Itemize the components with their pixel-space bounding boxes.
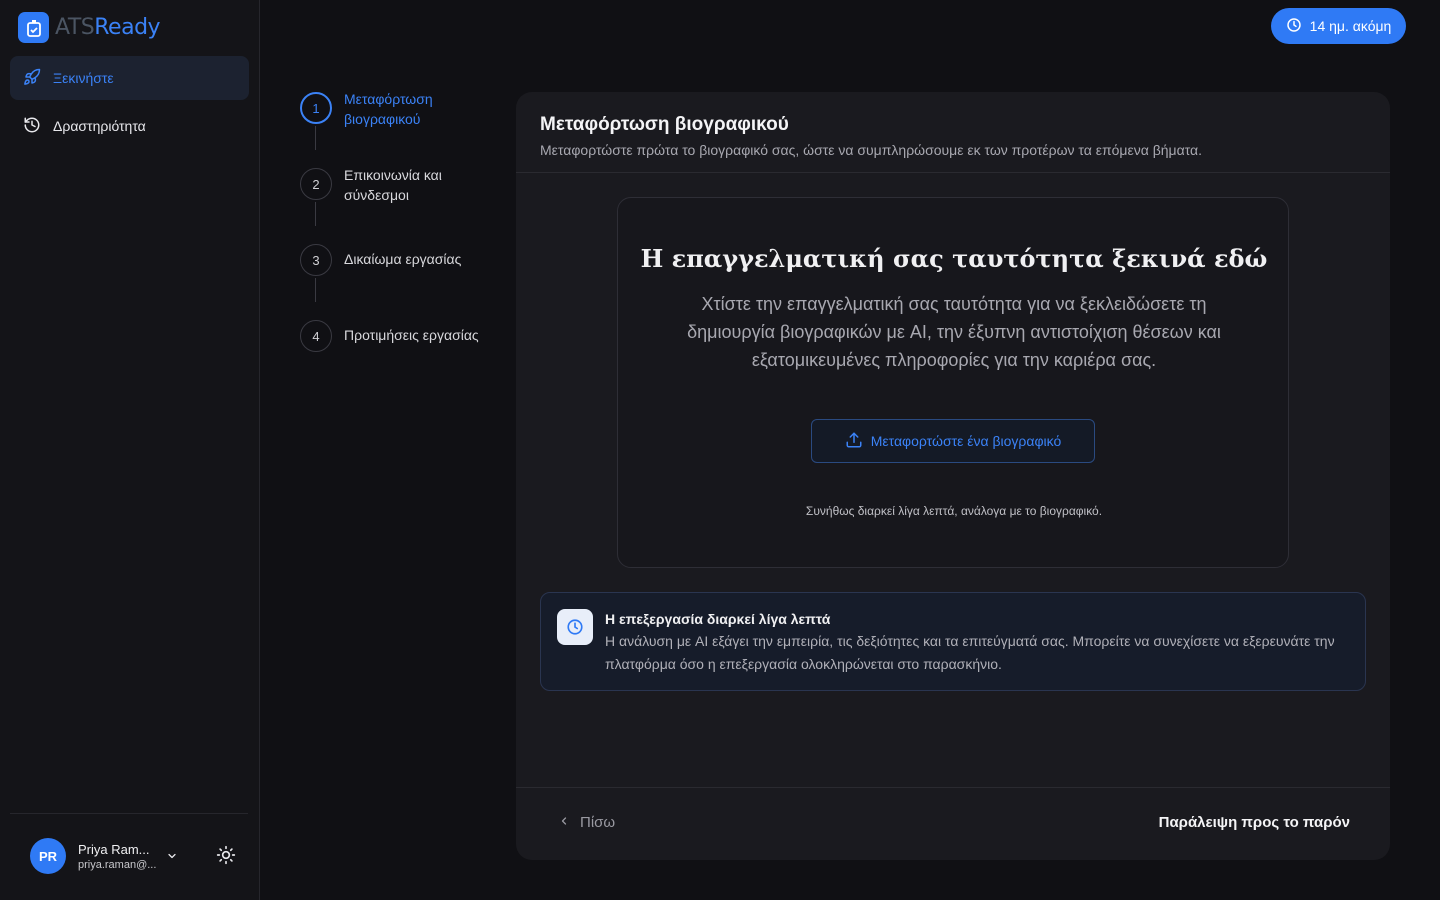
step-connector [315, 278, 316, 302]
clock-icon [1286, 17, 1302, 36]
avatar: PR [30, 838, 66, 874]
info-title: Η επεξεργασία διαρκεί λίγα λεπτά [605, 611, 831, 627]
step-job-preferences[interactable]: 4 Προτιμήσεις εργασίας [300, 320, 524, 352]
divider [516, 172, 1390, 173]
user-email: priya.raman@... [78, 858, 157, 871]
step-label: Προτιμήσεις εργασίας [344, 327, 479, 343]
user-name: Priya Ram... [78, 841, 150, 857]
chevron-left-icon [558, 814, 570, 831]
step-connector [315, 202, 316, 226]
step-work-authorization[interactable]: 3 Δικαίωμα εργασίας [300, 244, 504, 276]
step-connector [315, 126, 316, 150]
logo-text: ATSReady [55, 15, 161, 40]
theme-toggle-sun-icon[interactable] [216, 845, 236, 870]
upload-resume-card: Μεταφόρτωση βιογραφικού Μεταφορτώστε πρώ… [516, 92, 1390, 860]
upload-button-label: Μεταφορτώστε ένα βιογραφικό [870, 433, 1062, 449]
sidebar-divider [10, 813, 248, 814]
step-number: 4 [300, 320, 332, 352]
step-number: 1 [300, 92, 332, 124]
page-title: Μεταφόρτωση βιογραφικού [540, 114, 789, 135]
sidebar-item-activity[interactable]: Δραστηριότητα [10, 104, 249, 148]
hero-description: Χτίστε την επαγγελματική σας ταυτότητα γ… [687, 294, 1221, 370]
hero-title: Η επαγγελματική σας ταυτότητα ξεκινά εδώ [640, 244, 1268, 273]
step-contact-links[interactable]: 2 Επικοινωνία και σύνδεσμοι [300, 167, 504, 205]
page-subtitle: Μεταφορτώστε πρώτα το βιογραφικό σας, ώσ… [540, 142, 1203, 158]
step-label: Δικαίωμα εργασίας [344, 251, 462, 267]
sidebar-item-label: Δραστηριότητα [53, 118, 146, 134]
upload-note: Συνήθως διαρκεί λίγα λεπτά, ανάλογα με τ… [805, 504, 1103, 518]
clock-icon [557, 609, 593, 645]
user-menu[interactable]: PR Priya Ram... priya.raman@... [30, 838, 158, 874]
chevron-down-icon[interactable] [166, 849, 178, 867]
step-label: Επικοινωνία και σύνδεσμοι [344, 167, 442, 203]
back-button[interactable]: Πίσω [558, 814, 615, 831]
sidebar: ATSReady Ξεκινήστε Δραστηριότητα PR Priy… [0, 0, 260, 900]
divider [516, 787, 1390, 788]
step-number: 2 [300, 168, 332, 200]
step-number: 3 [300, 244, 332, 276]
trial-days-badge[interactable]: 14 ημ. ακόμη [1271, 8, 1406, 44]
upload-icon [845, 431, 863, 452]
app-logo[interactable]: ATSReady [18, 12, 161, 43]
processing-info-banner: Η επεξεργασία διαρκεί λίγα λεπτά Η ανάλυ… [540, 592, 1366, 691]
step-upload-resume[interactable]: 1 Μεταφόρτωση βιογραφικού [300, 91, 504, 129]
sidebar-item-get-started[interactable]: Ξεκινήστε [10, 56, 249, 100]
info-text: Η ανάλυση με AI εξάγει την εμπειρία, τις… [605, 633, 1335, 672]
logo-icon [18, 12, 49, 43]
upload-resume-button[interactable]: Μεταφορτώστε ένα βιογραφικό [811, 419, 1095, 463]
sidebar-item-label: Ξεκινήστε [53, 70, 114, 86]
back-label: Πίσω [580, 814, 616, 831]
step-label: Μεταφόρτωση βιογραφικού [344, 91, 433, 127]
skip-button[interactable]: Παράλειψη προς το παρόν [1159, 814, 1350, 831]
upload-panel: Η επαγγελματική σας ταυτότητα ξεκινά εδώ… [617, 197, 1289, 568]
history-icon [23, 116, 41, 137]
rocket-icon [23, 68, 41, 89]
trial-label: 14 ημ. ακόμη [1309, 18, 1392, 34]
